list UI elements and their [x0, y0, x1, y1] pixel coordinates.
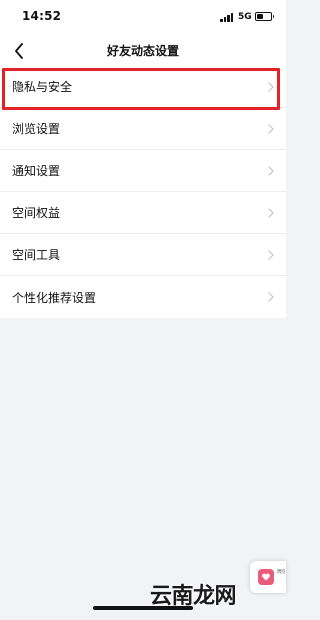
page-title: 好友动态设置 — [106, 44, 179, 58]
chevron-right-icon — [268, 165, 274, 176]
floating-widget-text: 微信 群动 — [277, 569, 285, 575]
settings-list: 隐私与安全 浏览设置 通知设置 空间权益 空间工具 个性化推荐设置 — [0, 66, 286, 318]
app-shortcut-icon — [258, 569, 274, 585]
settings-item-personalized-recommendations[interactable]: 个性化推荐设置 — [0, 276, 286, 318]
chevron-right-icon — [268, 292, 274, 302]
settings-item-label: 空间权益 — [12, 206, 61, 220]
home-indicator — [93, 606, 193, 610]
settings-item-label: 隐私与安全 — [12, 80, 73, 94]
nav-bar: 好友动态设置 — [0, 36, 286, 66]
settings-item-space-benefits[interactable]: 空间权益 — [0, 192, 286, 234]
chevron-right-icon — [268, 123, 274, 134]
chevron-right-icon — [268, 207, 274, 218]
chevron-right-icon — [268, 81, 274, 92]
settings-item-notifications[interactable]: 通知设置 — [0, 150, 286, 192]
settings-item-space-tools[interactable]: 空间工具 — [0, 234, 286, 276]
settings-item-label: 个性化推荐设置 — [12, 290, 97, 305]
settings-item-privacy-security[interactable]: 隐私与安全 — [0, 66, 286, 108]
network-label: 5G — [238, 12, 252, 22]
settings-item-label: 空间工具 — [12, 248, 61, 262]
settings-item-label: 浏览设置 — [12, 122, 61, 136]
settings-item-label: 通知设置 — [12, 164, 61, 178]
battery-icon — [255, 12, 274, 21]
chevron-right-icon — [268, 249, 274, 260]
floating-widget[interactable]: 微信 群动 — [250, 561, 286, 593]
signal-bars-icon — [220, 13, 234, 22]
settings-item-browse[interactable]: 浏览设置 — [0, 108, 286, 150]
status-time: 14:52 — [22, 9, 62, 23]
status-bar: 14:52 5G — [0, 0, 286, 36]
